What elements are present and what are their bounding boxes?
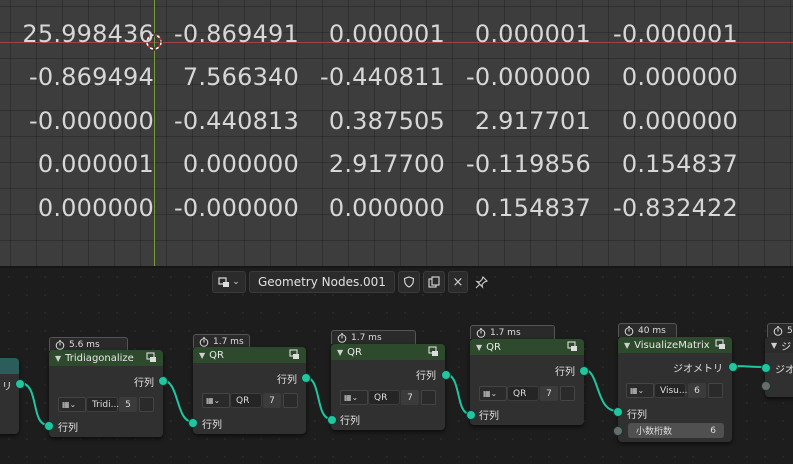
node-title: QR (486, 341, 501, 353)
node-qr[interactable]: ▼ QR 行列 ▦⌄ QR 7 行列 (193, 347, 306, 434)
timing-text: 5 (787, 325, 793, 336)
shield-icon[interactable] (139, 397, 154, 412)
input-label: 行列 (340, 416, 360, 427)
timing-text: 5.6 ms (69, 339, 100, 350)
group-type-dropdown[interactable]: ▦⌄ (626, 383, 654, 398)
node-title: VisualizeMatrix (634, 339, 710, 351)
output-socket[interactable] (158, 376, 168, 386)
stopwatch-icon (337, 332, 347, 343)
node-title: Tridiagonalize (65, 352, 134, 364)
node-title: ジ (781, 341, 792, 353)
output-label: 行列 (134, 378, 154, 389)
node-header (0, 358, 19, 374)
node-timing: 5 (767, 323, 793, 337)
output-socket[interactable] (441, 370, 451, 380)
node-header[interactable]: ▼ QR (193, 347, 306, 363)
output-socket[interactable] (579, 366, 589, 376)
stopwatch-icon (199, 336, 209, 347)
group-type-dropdown[interactable]: ▦⌄ (202, 393, 230, 408)
group-type-dropdown[interactable]: ▦⌄ (340, 390, 368, 405)
group-name-field[interactable]: Visu... (654, 383, 687, 398)
timing-text: 1.7 ms (351, 332, 382, 343)
output-label: 行列 (555, 367, 575, 378)
node-timing: 1.7 ms (193, 334, 250, 348)
group-type-dropdown[interactable]: ▦⌄ (58, 397, 86, 412)
group-name-field[interactable]: Tridi... (86, 397, 119, 412)
output-label: ジオメトリ (673, 364, 723, 375)
shield-icon[interactable] (283, 393, 298, 408)
node-timing: 1.7 ms (470, 325, 555, 339)
collapse-icon[interactable]: ▼ (624, 341, 630, 350)
stopwatch-icon (624, 325, 634, 336)
node-qr[interactable]: ▼ QR 行列 ▦⌄ QR 7 行列 (470, 339, 584, 425)
node-group-icon (428, 346, 438, 356)
node-title: QR (347, 346, 362, 358)
output-label: 行列 (277, 375, 297, 386)
input-socket[interactable] (761, 363, 771, 373)
collapse-icon[interactable]: ▼ (337, 348, 343, 357)
decimal-digits-value: 6 (710, 425, 716, 436)
socket-label: リ (2, 382, 12, 393)
node-partial-left[interactable]: リ (0, 358, 19, 434)
user-count: 7 (401, 390, 419, 405)
stopwatch-icon (773, 325, 783, 336)
node-qr[interactable]: ▼ QR 行列 ▦⌄ QR 7 行列 (331, 344, 445, 430)
user-count: 7 (263, 393, 281, 408)
input-socket[interactable] (761, 381, 771, 391)
user-count: 7 (540, 386, 558, 401)
decimal-digits-field[interactable]: 小数桁数 6 (628, 423, 724, 438)
shield-icon[interactable] (708, 383, 723, 398)
user-count: 6 (688, 383, 706, 398)
shield-icon[interactable] (421, 390, 436, 405)
group-type-dropdown[interactable]: ▦⌄ (479, 386, 507, 401)
node-title: QR (209, 349, 224, 361)
collapse-icon[interactable]: ▼ (476, 343, 482, 352)
input-socket[interactable] (466, 410, 476, 420)
node-group-icon (715, 339, 725, 349)
input-socket[interactable] (188, 418, 198, 428)
input-socket[interactable] (613, 426, 623, 436)
node-timing: 1.7 ms (331, 330, 416, 344)
node-group-icon (289, 349, 299, 359)
input-socket[interactable] (613, 407, 623, 417)
group-name-field[interactable]: QR (368, 390, 400, 405)
input-socket[interactable] (44, 421, 54, 431)
decimal-digits-label: 小数桁数 (636, 427, 673, 437)
node-group-icon (567, 341, 577, 351)
output-socket[interactable] (301, 373, 311, 383)
stopwatch-icon (476, 327, 486, 338)
input-label: 行列 (627, 410, 647, 421)
timing-text: 1.7 ms (213, 336, 244, 347)
node-timing: 40 ms (618, 323, 677, 337)
output-label: 行列 (416, 371, 436, 382)
timing-text: 1.7 ms (490, 327, 521, 338)
node-header[interactable]: ▼ VisualizeMatrix (618, 337, 732, 353)
node-header[interactable]: ▼ ジ (765, 337, 793, 353)
node-group-icon (146, 352, 156, 362)
input-label: 行列 (479, 411, 499, 422)
node-tridiagonalize[interactable]: ▼ Tridiagonalize 行列 ▦⌄ Tridi... 5 行列 (49, 350, 163, 437)
shield-icon[interactable] (560, 386, 575, 401)
node-visualizematrix[interactable]: ▼ VisualizeMatrix ジオメトリ ▦⌄ Visu... 6 行列 … (618, 337, 732, 442)
input-label: ジオ (775, 365, 793, 376)
output-socket[interactable] (15, 379, 25, 389)
node-header[interactable]: ▼ QR (470, 339, 584, 355)
node-timing: 5.6 ms (49, 337, 128, 351)
output-socket[interactable] (728, 362, 738, 372)
user-count: 5 (119, 397, 137, 412)
group-name-field[interactable]: QR (230, 393, 262, 408)
collapse-icon[interactable]: ▼ (55, 354, 61, 363)
input-label: 行列 (58, 423, 78, 434)
timing-text: 40 ms (638, 325, 666, 336)
group-name-field[interactable]: QR (507, 386, 539, 401)
node-header[interactable]: ▼ QR (331, 344, 445, 360)
collapse-icon[interactable]: ▼ (771, 341, 777, 350)
node-header[interactable]: ▼ Tridiagonalize (49, 350, 163, 366)
input-socket[interactable] (327, 415, 337, 425)
collapse-icon[interactable]: ▼ (199, 351, 205, 360)
input-label: 行列 (202, 420, 222, 431)
stopwatch-icon (55, 339, 65, 350)
